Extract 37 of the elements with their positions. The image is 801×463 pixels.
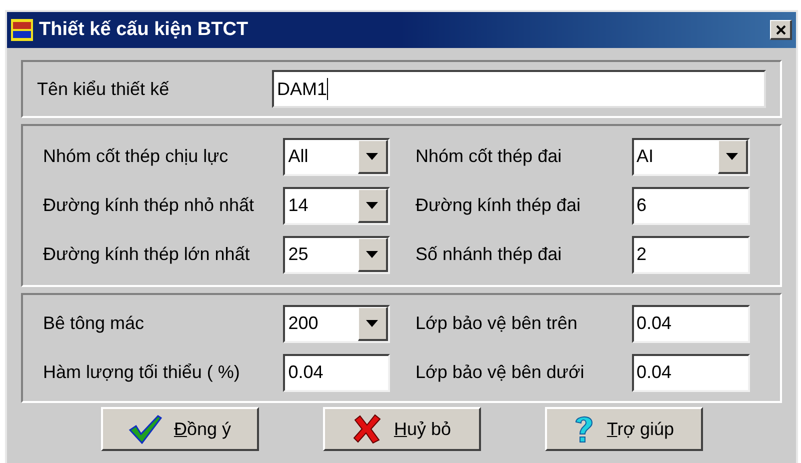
- close-button[interactable]: [770, 20, 792, 40]
- field-label: Tên kiểu thiết kế: [37, 78, 170, 100]
- field-label: Lớp bảo vệ bên trên: [416, 312, 578, 335]
- dropdown[interactable]: 25: [283, 236, 390, 274]
- field-label: Đường kính thép đai: [416, 194, 582, 217]
- app-logo-icon: [11, 19, 33, 41]
- window-title: Thiết kế cấu kiện BTCT: [39, 18, 248, 42]
- dropdown-arrow-icon: [366, 250, 378, 258]
- dropdown[interactable]: 200: [283, 304, 390, 342]
- name-field[interactable]: DAM1: [272, 70, 766, 108]
- dropdown[interactable]: All: [283, 138, 390, 176]
- field-label: Đường kính thép lớn nhất: [43, 243, 251, 266]
- close-icon: [776, 24, 786, 34]
- help-button[interactable]: Trợ giúp: [544, 407, 702, 451]
- cross-icon: [352, 414, 382, 444]
- dropdown-arrow-icon: [366, 320, 378, 326]
- question-mark-icon: [572, 414, 595, 444]
- input-field[interactable]: 2: [632, 236, 750, 274]
- dropdown-arrow-icon: [366, 152, 378, 160]
- input-field[interactable]: 6: [632, 186, 750, 224]
- ok-button[interactable]: Đồng ý: [100, 407, 258, 451]
- dropdown-arrow-icon: [366, 202, 378, 208]
- dropdown[interactable]: AI: [632, 138, 750, 176]
- input-field[interactable]: 0.04: [632, 354, 750, 392]
- cancel-button[interactable]: Huỷ bỏ: [322, 407, 480, 451]
- field-label: Lớp bảo vệ bên dưới: [416, 361, 586, 384]
- field-label: Nhóm cốt thép đai: [416, 145, 563, 168]
- field-label: Số nhánh thép đai: [416, 243, 563, 266]
- dropdown[interactable]: 14: [283, 186, 390, 224]
- field-label: Hàm lượng tối thiểu ( %): [43, 361, 241, 384]
- field-label: Đường kính thép nhỏ nhất: [43, 194, 255, 217]
- checkmark-icon: [128, 414, 162, 444]
- input-field[interactable]: 0.04: [283, 354, 390, 392]
- field-label: Bê tông mác: [43, 312, 146, 335]
- input-field[interactable]: 0.04: [632, 304, 750, 342]
- dropdown-arrow-icon: [726, 152, 738, 160]
- field-label: Nhóm cốt thép chịu lực: [43, 145, 230, 168]
